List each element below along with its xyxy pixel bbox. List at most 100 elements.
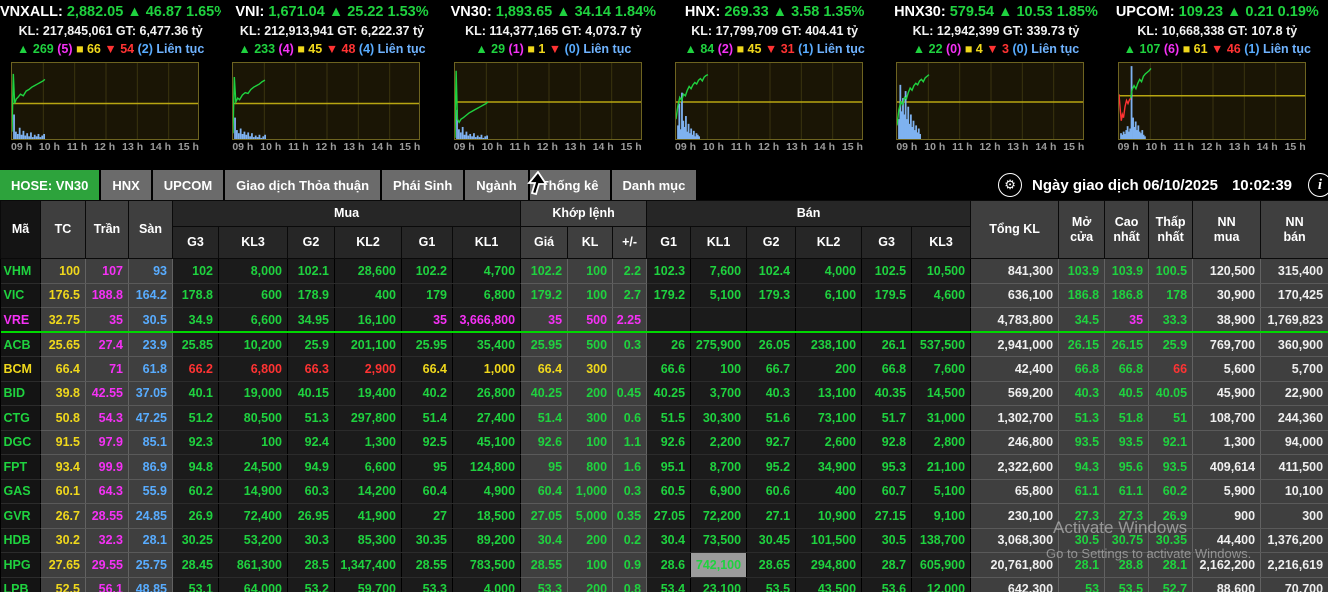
match-cell-2[interactable]: 0.6 xyxy=(613,406,647,431)
high-price[interactable]: 186.8 xyxy=(1105,283,1149,308)
buy-cell-4[interactable]: 60.4 xyxy=(402,479,453,504)
total-volume[interactable]: 65,800 xyxy=(971,479,1059,504)
stock-code[interactable]: DGC xyxy=(1,430,41,455)
index-panel-vnxall[interactable]: VNXALL: 2,882.05 ▲ 46.87 1.65%KL: 217,84… xyxy=(0,0,221,170)
sell-cell-0[interactable]: 179.2 xyxy=(647,283,691,308)
buy-cell-1[interactable]: 80,500 xyxy=(219,406,288,431)
sell-cell-5[interactable]: 7,600 xyxy=(912,357,971,382)
sell-cell-1[interactable]: 8,700 xyxy=(691,455,747,480)
sell-cell-5[interactable]: 138,700 xyxy=(912,528,971,553)
floor-price[interactable]: 28.1 xyxy=(129,528,173,553)
sell-cell-3[interactable]: 294,800 xyxy=(796,553,862,578)
sell-cell-1[interactable]: 5,100 xyxy=(691,283,747,308)
open-price[interactable]: 93.5 xyxy=(1059,430,1105,455)
ref-price[interactable]: 32.75 xyxy=(41,308,86,333)
match-cell-0[interactable]: 27.05 xyxy=(521,504,568,529)
floor-price[interactable]: 47.25 xyxy=(129,406,173,431)
low-price[interactable]: 100.5 xyxy=(1149,259,1193,284)
stock-code[interactable]: HPG xyxy=(1,553,41,578)
tab-nganh[interactable]: Ngành xyxy=(465,170,527,200)
buy-cell-4[interactable]: 27 xyxy=(402,504,453,529)
low-price[interactable]: 40.05 xyxy=(1149,381,1193,406)
match-cell-1[interactable]: 500 xyxy=(568,308,613,333)
ceiling-price[interactable]: 56.1 xyxy=(86,577,129,592)
stock-code[interactable]: LPB xyxy=(1,577,41,592)
buy-cell-0[interactable]: 178.8 xyxy=(173,283,219,308)
total-volume[interactable]: 230,100 xyxy=(971,504,1059,529)
sell-cell-3[interactable]: 200 xyxy=(796,357,862,382)
stock-code[interactable]: HDB xyxy=(1,528,41,553)
quote-row-vhm[interactable]: VHM100107931028,000102.128,600102.24,700… xyxy=(1,259,1328,284)
buy-cell-4[interactable]: 40.2 xyxy=(402,381,453,406)
ceiling-price[interactable]: 64.3 xyxy=(86,479,129,504)
buy-cell-2[interactable]: 53.2 xyxy=(288,577,335,592)
ref-price[interactable]: 100 xyxy=(41,259,86,284)
match-cell-1[interactable]: 300 xyxy=(568,406,613,431)
sell-cell-0[interactable]: 28.6 xyxy=(647,553,691,578)
ref-price[interactable]: 66.4 xyxy=(41,357,86,382)
sell-cell-3[interactable]: 34,900 xyxy=(796,455,862,480)
open-price[interactable]: 26.15 xyxy=(1059,332,1105,357)
sell-cell-3[interactable]: 6,100 xyxy=(796,283,862,308)
sell-cell-4[interactable] xyxy=(862,308,912,333)
buy-cell-1[interactable]: 6,800 xyxy=(219,357,288,382)
sell-cell-3[interactable]: 10,900 xyxy=(796,504,862,529)
buy-cell-2[interactable]: 94.9 xyxy=(288,455,335,480)
quote-row-vre[interactable]: VRE32.753530.534.96,60034.9516,100353,66… xyxy=(1,308,1328,333)
high-price[interactable]: 51.8 xyxy=(1105,406,1149,431)
buy-cell-5[interactable]: 4,000 xyxy=(453,577,521,592)
foreign-sell[interactable]: 315,400 xyxy=(1261,259,1328,284)
buy-cell-5[interactable]: 35,400 xyxy=(453,332,521,357)
low-price[interactable]: 52.7 xyxy=(1149,577,1193,592)
ref-price[interactable]: 93.4 xyxy=(41,455,86,480)
floor-price[interactable]: 85.1 xyxy=(129,430,173,455)
buy-cell-5[interactable]: 783,500 xyxy=(453,553,521,578)
floor-price[interactable]: 55.9 xyxy=(129,479,173,504)
ceiling-price[interactable]: 71 xyxy=(86,357,129,382)
sell-cell-2[interactable]: 27.1 xyxy=(747,504,796,529)
buy-cell-1[interactable]: 10,200 xyxy=(219,332,288,357)
sell-cell-3[interactable]: 2,600 xyxy=(796,430,862,455)
high-price[interactable]: 35 xyxy=(1105,308,1149,333)
sell-cell-0[interactable]: 92.6 xyxy=(647,430,691,455)
buy-cell-3[interactable]: 14,200 xyxy=(335,479,402,504)
low-price[interactable]: 93.5 xyxy=(1149,455,1193,480)
low-price[interactable]: 60.2 xyxy=(1149,479,1193,504)
match-cell-0[interactable]: 28.55 xyxy=(521,553,568,578)
buy-cell-2[interactable]: 66.3 xyxy=(288,357,335,382)
buy-cell-1[interactable]: 14,900 xyxy=(219,479,288,504)
tab-hose-vn30[interactable]: HOSE: VN30 xyxy=(0,170,99,200)
sell-cell-2[interactable]: 30.45 xyxy=(747,528,796,553)
buy-cell-1[interactable]: 19,000 xyxy=(219,381,288,406)
ceiling-price[interactable]: 42.55 xyxy=(86,381,129,406)
ref-price[interactable]: 91.5 xyxy=(41,430,86,455)
buy-cell-2[interactable]: 92.4 xyxy=(288,430,335,455)
total-volume[interactable]: 42,400 xyxy=(971,357,1059,382)
buy-cell-3[interactable]: 16,100 xyxy=(335,308,402,333)
buy-cell-3[interactable]: 1,300 xyxy=(335,430,402,455)
match-cell-1[interactable]: 200 xyxy=(568,528,613,553)
ref-price[interactable]: 176.5 xyxy=(41,283,86,308)
buy-cell-4[interactable]: 51.4 xyxy=(402,406,453,431)
settings-gear-icon[interactable]: ⚙ xyxy=(998,173,1022,197)
sell-cell-2[interactable]: 95.2 xyxy=(747,455,796,480)
stock-code[interactable]: FPT xyxy=(1,455,41,480)
buy-cell-2[interactable]: 26.95 xyxy=(288,504,335,529)
total-volume[interactable]: 2,322,600 xyxy=(971,455,1059,480)
high-price[interactable]: 61.1 xyxy=(1105,479,1149,504)
low-price[interactable]: 92.1 xyxy=(1149,430,1193,455)
match-cell-2[interactable]: 1.1 xyxy=(613,430,647,455)
buy-cell-3[interactable]: 41,900 xyxy=(335,504,402,529)
buy-cell-3[interactable]: 201,100 xyxy=(335,332,402,357)
floor-price[interactable]: 24.85 xyxy=(129,504,173,529)
foreign-buy[interactable]: 5,600 xyxy=(1193,357,1261,382)
sell-cell-3[interactable]: 73,100 xyxy=(796,406,862,431)
foreign-sell[interactable]: 5,700 xyxy=(1261,357,1328,382)
buy-cell-2[interactable]: 60.3 xyxy=(288,479,335,504)
floor-price[interactable]: 23.9 xyxy=(129,332,173,357)
foreign-sell[interactable]: 411,500 xyxy=(1261,455,1328,480)
stock-code[interactable]: GAS xyxy=(1,479,41,504)
buy-cell-5[interactable]: 26,800 xyxy=(453,381,521,406)
match-cell-1[interactable]: 5,000 xyxy=(568,504,613,529)
match-cell-2[interactable] xyxy=(613,357,647,382)
